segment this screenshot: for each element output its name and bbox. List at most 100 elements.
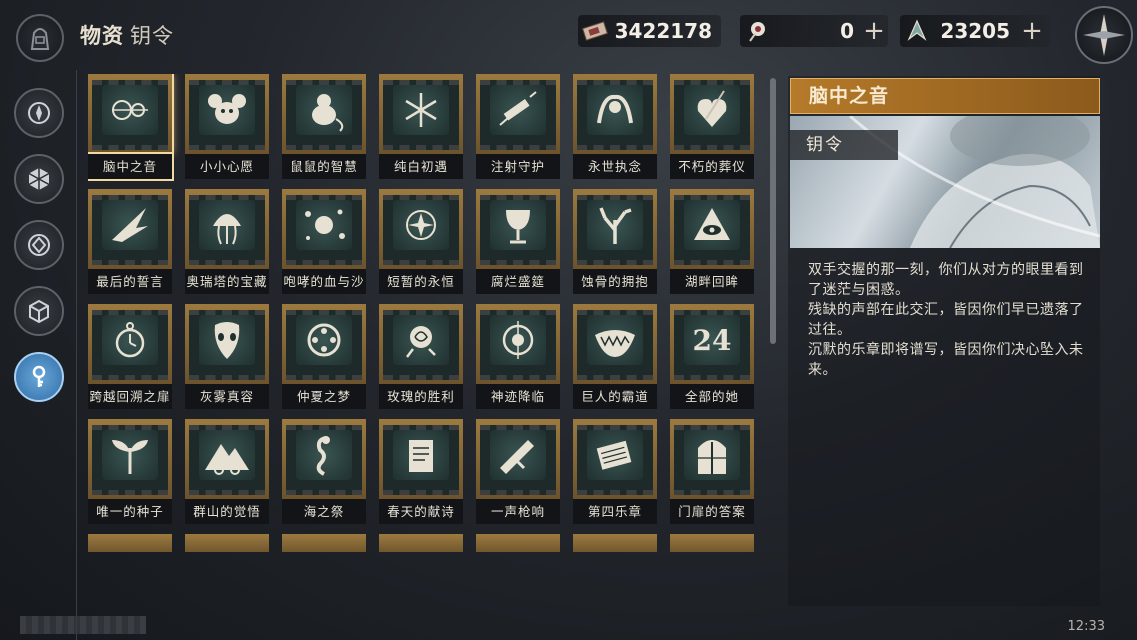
card-label: 群山的觉悟	[185, 499, 269, 524]
card-frame	[573, 74, 657, 154]
sidebar-item-box[interactable]	[14, 286, 64, 336]
key-item-card[interactable]: 湖畔回眸	[670, 189, 754, 294]
halo-icon	[502, 321, 534, 359]
key-item-card[interactable]: 纯白初遇	[379, 74, 463, 179]
grid-scrollbar[interactable]	[770, 78, 776, 344]
box-icon	[29, 299, 49, 324]
card-art	[296, 85, 352, 135]
card-art	[296, 200, 352, 250]
card-art	[296, 315, 352, 365]
compass-badge-icon	[28, 102, 50, 124]
key-item-card[interactable]: 腐烂盛筵	[476, 189, 560, 294]
key-item-card[interactable]: 神迹降临	[476, 304, 560, 409]
key-item-card[interactable]: 短暂的永恒	[379, 189, 463, 294]
card-frame	[282, 74, 366, 154]
key-item-card[interactable]: 奥瑞塔的宝藏	[185, 189, 269, 294]
syringe-icon	[499, 91, 537, 126]
uid-watermark	[20, 616, 146, 634]
key-item-card[interactable]: 小小心愿	[185, 74, 269, 179]
key-item-card[interactable]: 一声枪响	[476, 419, 560, 524]
key-item-card[interactable]: 咆哮的血与沙	[282, 189, 366, 294]
key-item-card[interactable]: 鼠鼠的智慧	[282, 74, 366, 179]
card-frame	[88, 419, 172, 499]
key-item-card[interactable]: 灰雾真容	[185, 304, 269, 409]
card-frame	[476, 74, 560, 154]
film-reel-icon	[307, 323, 341, 357]
card-label: 巨人的霸道	[573, 384, 657, 409]
compass-menu-icon[interactable]	[1075, 6, 1133, 64]
card-art	[296, 430, 352, 480]
card-frame	[573, 419, 657, 499]
key-item-card[interactable]: 玫瑰的胜利	[379, 304, 463, 409]
mouse-icon	[208, 94, 246, 124]
sidebar-item-equipment[interactable]	[14, 88, 64, 138]
card-label: 奥瑞塔的宝藏	[185, 269, 269, 294]
card-art	[393, 315, 449, 365]
key-item-card[interactable]: 第四乐章	[573, 419, 657, 524]
card-label: 小小心愿	[185, 154, 269, 179]
orb-icon	[740, 15, 774, 47]
card-art	[587, 430, 643, 480]
sheet-music-icon	[596, 440, 632, 470]
cube-hex-icon	[28, 168, 50, 190]
backpack-logo-icon[interactable]	[16, 14, 64, 62]
card-frame	[670, 534, 754, 552]
clock: 12:33	[1067, 619, 1105, 634]
sidebar-item-keys[interactable]	[14, 352, 64, 402]
card-label: 神迹降临	[476, 384, 560, 409]
key-item-card[interactable]: 脑中之音	[88, 74, 172, 179]
currency-orb: 0 +	[740, 15, 888, 47]
key-item-card-partial[interactable]	[476, 534, 560, 552]
card-art	[199, 430, 255, 480]
card-label: 永世执念	[573, 154, 657, 179]
sidebar-item-materials[interactable]	[14, 154, 64, 204]
key-item-card[interactable]: 蚀骨的拥抱	[573, 189, 657, 294]
card-frame	[476, 419, 560, 499]
card-frame	[670, 419, 754, 499]
card-label: 短暂的永恒	[379, 269, 463, 294]
key-item-card-partial[interactable]	[379, 534, 463, 552]
card-art	[490, 85, 546, 135]
sidebar-item-insight[interactable]	[14, 220, 64, 270]
key-item-card[interactable]: 注射守护	[476, 74, 560, 179]
key-item-card-partial[interactable]	[88, 534, 172, 552]
key-item-card[interactable]: 门扉的答案	[670, 419, 754, 524]
key-item-card[interactable]: 跨越回溯之扉	[88, 304, 172, 409]
key-item-card[interactable]: 永世执念	[573, 74, 657, 179]
gun-icon	[500, 440, 534, 474]
card-label: 蚀骨的拥抱	[573, 269, 657, 294]
card-label: 玫瑰的胜利	[379, 384, 463, 409]
key-item-card[interactable]: 巨人的霸道	[573, 304, 657, 409]
key-item-card[interactable]: 最后的誓言	[88, 189, 172, 294]
door-icon	[698, 440, 726, 474]
key-item-card[interactable]: 群山的觉悟	[185, 419, 269, 524]
key-item-card[interactable]: 春天的献诗	[379, 419, 463, 524]
card-frame	[379, 304, 463, 384]
card-frame	[670, 74, 754, 154]
currency-value: 0	[840, 19, 854, 43]
key-item-card[interactable]: 24 全部的她	[670, 304, 754, 409]
card-label: 全部的她	[670, 384, 754, 409]
key-item-card-partial[interactable]	[185, 534, 269, 552]
key-item-card[interactable]: 不朽的葬仪	[670, 74, 754, 179]
card-frame	[282, 304, 366, 384]
item-grid: 脑中之音 小小心愿 鼠鼠的智慧 纯白初遇 注射守护 永世执念 不朽的葬仪最后的誓言 奥瑞塔的宝…	[88, 74, 760, 552]
card-art	[199, 315, 255, 365]
card-frame	[282, 419, 366, 499]
key-item-card-partial[interactable]	[670, 534, 754, 552]
key-icon	[32, 365, 46, 387]
key-item-card[interactable]: 海之祭	[282, 419, 366, 524]
card-label: 门扉的答案	[670, 499, 754, 524]
card-frame	[379, 534, 463, 552]
key-item-card[interactable]: 仲夏之梦	[282, 304, 366, 409]
add-orb-button[interactable]: +	[860, 16, 888, 46]
card-frame	[88, 74, 172, 154]
heart-dagger-icon	[697, 90, 727, 127]
key-item-card-partial[interactable]	[573, 534, 657, 552]
card-art	[587, 85, 643, 135]
card-frame	[185, 74, 269, 154]
snake-icon	[597, 94, 633, 124]
add-shard-button[interactable]: +	[1018, 16, 1046, 46]
key-item-card[interactable]: 唯一的种子	[88, 419, 172, 524]
key-item-card-partial[interactable]	[282, 534, 366, 552]
